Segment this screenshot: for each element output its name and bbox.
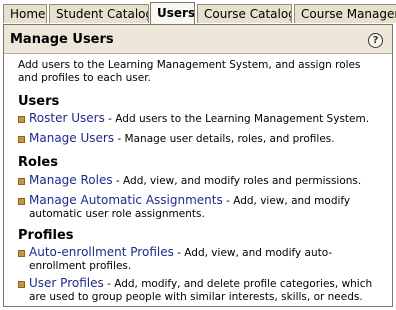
manage-automatic-assignments-link[interactable]: Manage Automatic Assignments [29,193,223,207]
page-title: Manage Users [10,32,114,47]
manage-users-link[interactable]: Manage Users [29,131,114,145]
panel-header: Manage Users ? [4,25,392,54]
auto-enrollment-profiles-link[interactable]: Auto-enrollment Profiles [29,245,174,259]
tab-bar: Home Student Catalog Users Course Catalo… [0,0,396,24]
section-heading-roles: Roles [18,155,58,170]
bullet-icon [18,136,25,143]
section-heading-profiles: Profiles [18,228,74,243]
roster-users-link[interactable]: Roster Users [29,111,105,125]
tab-student-catalog[interactable]: Student Catalog [49,4,149,23]
bullet-icon [18,198,25,205]
section-heading-users: Users [18,94,60,109]
manage-roles-link[interactable]: Manage Roles [29,173,113,187]
intro-text: Add users to the Learning Management Sys… [18,59,361,84]
bullet-icon [18,178,25,185]
bullet-icon [18,250,25,257]
tab-course-management[interactable]: Course Manageme [294,4,396,23]
help-icon[interactable]: ? [368,33,383,48]
manage-users-desc: - Manage user details, roles, and profil… [114,133,335,145]
tab-course-catalog[interactable]: Course Catalog [197,4,292,23]
roster-users-desc: - Add users to the Learning Management S… [104,113,370,125]
manage-roles-desc: - Add, view, and modify roles and permis… [112,175,362,187]
tab-users[interactable]: Users [150,2,195,24]
user-profiles-link[interactable]: User Profiles [29,276,104,290]
tab-home[interactable]: Home [3,4,47,23]
bullet-icon [18,116,25,123]
bullet-icon [18,281,25,288]
manage-users-panel: Manage Users ? Add users to the Learning… [3,24,393,307]
